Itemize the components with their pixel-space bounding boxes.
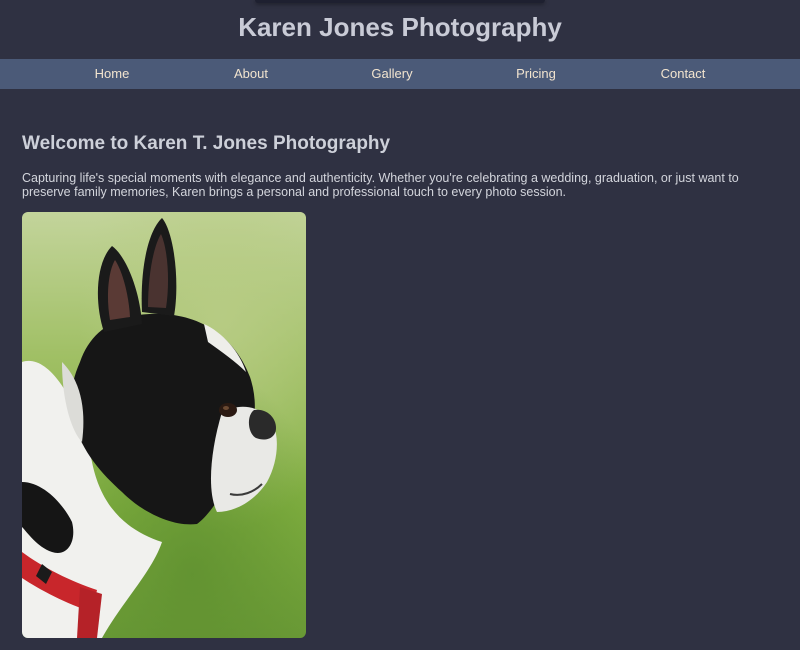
nav-link-pricing[interactable]: Pricing — [516, 59, 556, 89]
main-navigation: Home About Gallery Pricing Contact — [0, 59, 800, 89]
welcome-heading: Welcome to Karen T. Jones Photography — [22, 133, 391, 154]
nav-link-about[interactable]: About — [234, 59, 268, 89]
top-edge-shadow — [255, 0, 545, 3]
intro-paragraph: Capturing life's special moments with el… — [22, 171, 739, 199]
boston-terrier-illustration — [22, 212, 306, 638]
nav-link-home[interactable]: Home — [95, 59, 130, 89]
nav-link-contact[interactable]: Contact — [661, 59, 706, 89]
site-title: Karen Jones Photography — [238, 12, 562, 42]
dog-photo — [22, 212, 306, 638]
nav-link-gallery[interactable]: Gallery — [371, 59, 412, 89]
